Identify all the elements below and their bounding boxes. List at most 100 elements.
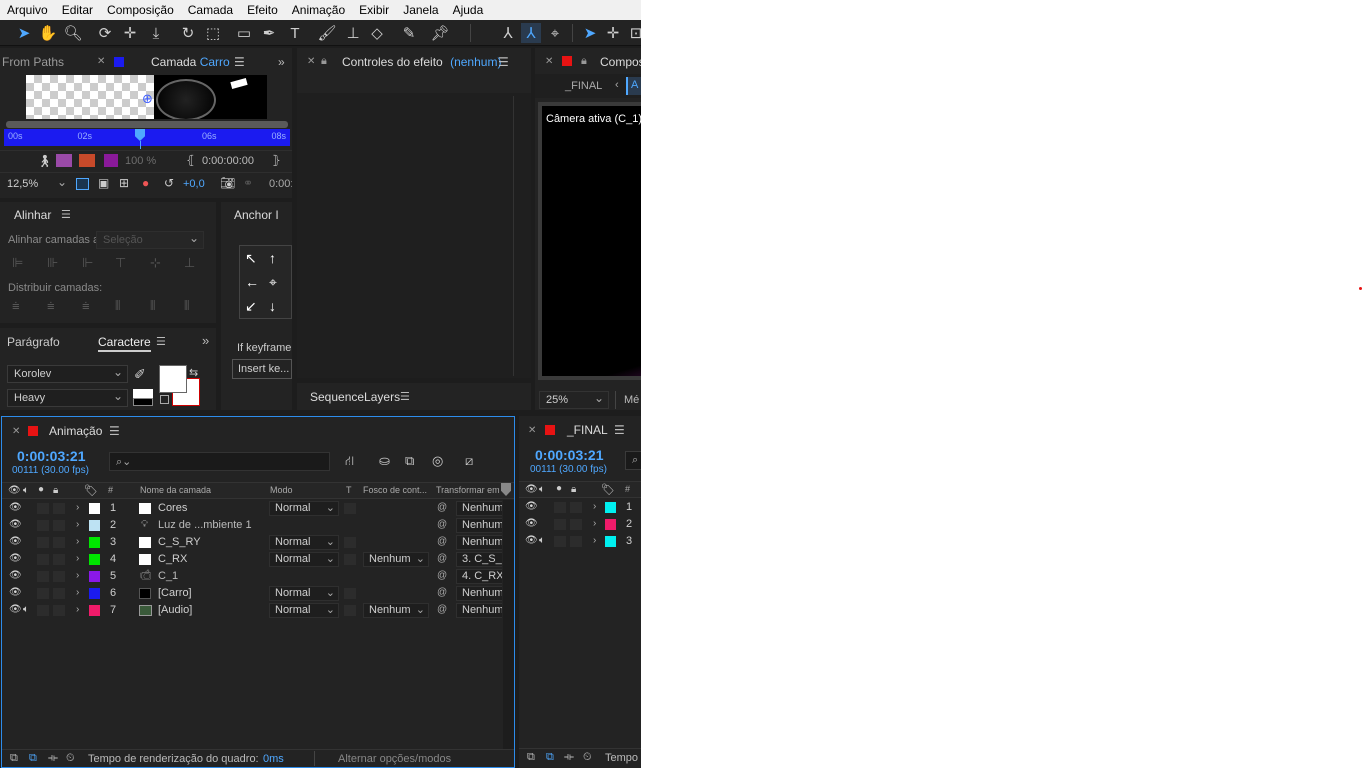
expand-chevron-icon[interactable]: › [593, 535, 596, 546]
zoom-tool-icon[interactable]: 🔍︎ [63, 23, 83, 43]
blend-mode-dropdown[interactable]: Normal ⌄ [269, 552, 339, 567]
tab-character[interactable]: Caractere [98, 335, 151, 352]
lock-switch[interactable] [570, 502, 582, 513]
align-right-icon[interactable]: ⊩ [82, 255, 93, 271]
layer-label-color[interactable] [605, 536, 616, 547]
table-row[interactable]: 👁︎ › 3 C_S_RY Normal ⌄ @ Nenhum [2, 534, 502, 551]
render-time-icon[interactable]: ⏲ [66, 752, 75, 765]
graph-editor-icon[interactable]: ⧄ [465, 453, 473, 469]
zoom-dropdown[interactable]: 12,5% [5, 176, 71, 193]
col-track-matte[interactable]: Fosco de cont... [363, 485, 427, 495]
layer-label-color[interactable] [89, 571, 100, 582]
video-visibility-icon[interactable]: 👁︎ [525, 535, 538, 546]
hand-tool-icon[interactable]: ✋ [38, 23, 58, 43]
guides-icon[interactable]: ⊞ [119, 176, 129, 190]
region-of-interest-icon[interactable] [76, 178, 89, 190]
blend-mode-dropdown[interactable]: Normal ⌄ [269, 535, 339, 550]
distribute-hcenter-icon[interactable]: ⫴ [150, 298, 155, 314]
menu-item-5[interactable]: Animação [285, 3, 352, 17]
table-row[interactable]: 👁︎ 🔈︎ › 7 [Audio] Normal ⌄ Nenhum ⌄ @ Nenhum [2, 602, 502, 619]
exposure-reset-icon[interactable]: ↺ [164, 176, 174, 190]
expand-chevron-icon[interactable]: › [593, 501, 596, 512]
menu-item-8[interactable]: Ajuda [446, 3, 491, 17]
table-row[interactable]: 👁︎ › 5 📹︎ C_1 @4. C_RX [2, 568, 502, 585]
table-row[interactable]: 👁︎ › 2 [519, 516, 641, 533]
font-family-dropdown[interactable]: Korolev [7, 365, 128, 383]
expand-chevron-icon[interactable]: › [76, 519, 79, 530]
solo-toggle-icon[interactable]: ● [556, 483, 562, 494]
roto-brush-icon[interactable]: ✎ [399, 23, 419, 43]
pick-whip-icon[interactable]: @ [437, 536, 447, 547]
layer-name[interactable]: C_1 [158, 570, 178, 582]
table-row[interactable]: 👁︎ 🔈︎ › 3 [519, 533, 641, 550]
panel-overflow-icon[interactable]: » [278, 55, 285, 69]
layer-switches-icon[interactable]: ⧉ [527, 751, 535, 764]
preserve-transparency-switch[interactable] [344, 605, 356, 616]
video-toggle-icon[interactable]: 👁︎ [525, 484, 538, 495]
world-axis-icon[interactable]: ⅄ [521, 23, 541, 43]
align-to-dropdown[interactable]: Seleção [96, 231, 204, 249]
table-row[interactable]: 👁︎ › 1 Cores Normal ⌄ @ Nenhum [2, 500, 502, 517]
solo-switch[interactable] [554, 536, 566, 547]
lock-switch[interactable] [53, 571, 65, 582]
preview-scrollbar[interactable] [6, 121, 288, 128]
eraser-tool-icon[interactable]: ◇ [367, 23, 387, 43]
work-area-icon[interactable] [501, 483, 511, 496]
audio-visibility-icon[interactable]: 🔈︎ [539, 535, 545, 546]
snap-box-icon[interactable]: ⊡ [626, 23, 641, 43]
panel-menu-icon[interactable]: ☰ [109, 424, 120, 438]
panel-menu-icon[interactable]: ☰ [61, 208, 71, 221]
menu-item-7[interactable]: Janela [396, 3, 445, 17]
transfer-controls-icon[interactable]: ⧉ [29, 752, 37, 765]
comp-resolution[interactable]: Mé [624, 394, 639, 406]
parent-dropdown[interactable]: 4. C_RX [456, 569, 502, 584]
pick-whip-icon[interactable]: @ [437, 502, 447, 513]
close-icon[interactable]: ✕ [12, 426, 20, 437]
preserve-transparency-switch[interactable] [344, 537, 356, 548]
out-bracket-icon[interactable]: ⦄ [272, 153, 281, 167]
menu-item-6[interactable]: Exibir [352, 3, 396, 17]
layer-name[interactable]: Luz de ...mbiente 1 [158, 519, 252, 531]
exposure-value[interactable]: +0,0 [183, 178, 205, 190]
distribute-right-icon[interactable]: ⫴ [184, 298, 189, 314]
layer-name[interactable]: C_S_RY [158, 536, 201, 548]
video-visibility-icon[interactable]: 👁︎ [9, 519, 22, 530]
audio-visibility-icon[interactable]: 🔈︎ [23, 604, 29, 615]
solo-switch[interactable] [37, 554, 49, 565]
blend-mode-dropdown[interactable]: Normal ⌄ [269, 603, 339, 618]
comp-breadcrumb-active[interactable]: A [626, 77, 641, 95]
snap-grid-icon[interactable]: ✛ [603, 23, 623, 43]
snapping-icon[interactable]: ➤ [580, 23, 600, 43]
layer-label-color[interactable] [89, 588, 100, 599]
video-visibility-icon[interactable]: 👁︎ [9, 587, 22, 598]
col-mode[interactable]: Modo [270, 485, 293, 495]
video-visibility-icon[interactable]: 👁︎ [9, 536, 22, 547]
in-point-icon[interactable] [56, 154, 72, 167]
layer-switches-icon[interactable]: ⧉ [10, 752, 18, 765]
layer-preview[interactable]: ⊕ [26, 75, 267, 119]
lock-switch[interactable] [53, 605, 65, 616]
layer-label-color[interactable] [89, 520, 100, 531]
align-title[interactable]: Alinhar [14, 208, 51, 222]
eyedropper-icon[interactable]: ✐ [134, 366, 146, 383]
current-timecode[interactable]: 0:00:03:21 [17, 448, 86, 464]
selection-tool-icon[interactable]: ➤ [14, 23, 34, 43]
lock-icon[interactable]: 🔒︎ [581, 55, 587, 68]
layer-name[interactable]: [Carro] [158, 587, 192, 599]
preserve-transparency-switch[interactable] [344, 503, 356, 514]
col-layer-name[interactable]: Nome da camada [140, 485, 211, 495]
lock-icon[interactable]: 🔒︎ [321, 55, 327, 68]
expand-chevron-icon[interactable]: › [593, 518, 596, 529]
comp-viewer[interactable] [542, 106, 641, 376]
menu-item-0[interactable]: Arquivo [0, 3, 55, 17]
col-parent[interactable]: Transformar em [436, 485, 500, 495]
video-visibility-icon[interactable]: 👁︎ [525, 501, 538, 512]
arrow-up-left-icon[interactable]: ↖ [245, 250, 257, 267]
distribute-vcenter-icon[interactable]: ⩧ [47, 298, 55, 314]
lock-switch[interactable] [53, 503, 65, 514]
panel-menu-icon[interactable]: ☰ [614, 423, 625, 437]
layer-label-color[interactable] [89, 537, 100, 548]
toggle-switches-modes[interactable]: Alternar opções/modos [338, 753, 451, 765]
comp-breadcrumb[interactable]: _FINAL [565, 80, 602, 92]
parent-dropdown[interactable]: Nenhum [456, 603, 502, 618]
